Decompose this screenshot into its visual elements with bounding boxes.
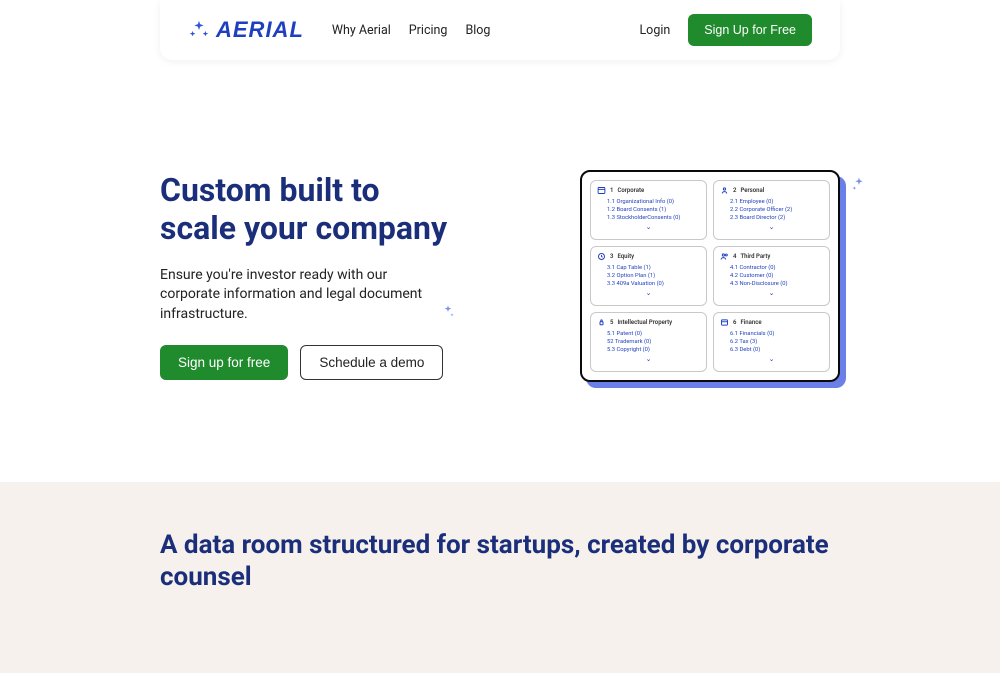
cell-item: 4.3 Non-Disclosure (0) bbox=[730, 281, 823, 287]
hero-section: Custom built to scale your company Ensur… bbox=[160, 60, 840, 442]
cell-item: 4.2 Customer (0) bbox=[730, 273, 823, 279]
cell-item: 3.1 Cap Table (1) bbox=[607, 265, 700, 271]
folder-icon bbox=[597, 252, 606, 261]
cell-item: 1.3 StockholderConsents (0) bbox=[607, 215, 700, 221]
cell-item: 6.3 Debt (0) bbox=[730, 347, 823, 353]
hero-title: Custom built to scale your company bbox=[160, 172, 450, 248]
navbar: AERIAL Why Aerial Pricing Blog Login Sig… bbox=[160, 0, 840, 60]
cell-number: 6 bbox=[733, 319, 736, 326]
cell-item: 3.2 Option Plan (1) bbox=[607, 273, 700, 279]
chevron-down-icon: ⌄ bbox=[720, 223, 823, 231]
section-title: A data room structured for startups, cre… bbox=[160, 530, 840, 593]
cell-title: Personal bbox=[740, 187, 764, 194]
dataroom-cell: 6 Finance 6.1 Financials (0) 6.2 Tax (3) 6.3… bbox=[713, 312, 830, 372]
login-link[interactable]: Login bbox=[639, 23, 670, 38]
cell-title: Corporate bbox=[617, 187, 644, 194]
chevron-down-icon: ⌄ bbox=[597, 355, 700, 363]
cell-number: 2 bbox=[733, 187, 736, 194]
cell-item: 2.2 Corporate Officer (2) bbox=[730, 207, 823, 213]
nav-link-blog[interactable]: Blog bbox=[465, 23, 490, 38]
cell-title: Intellectual Property bbox=[617, 319, 672, 326]
cell-title: Equity bbox=[617, 253, 634, 260]
cell-item: 5.3 Copyright (0) bbox=[607, 347, 700, 353]
folder-icon bbox=[720, 318, 729, 327]
chevron-down-icon: ⌄ bbox=[720, 355, 823, 363]
cell-title: Third Party bbox=[740, 253, 770, 260]
sparkle-icon bbox=[188, 19, 210, 41]
signup-button-hero[interactable]: Sign up for free bbox=[160, 345, 288, 380]
cell-item: 6.1 Financials (0) bbox=[730, 331, 823, 337]
cell-item: 1.2 Board Consents (1) bbox=[607, 207, 700, 213]
sparkle-icon bbox=[440, 304, 456, 324]
cell-item: 1.1 Organizational Info (0) bbox=[607, 199, 700, 205]
cell-number: 4 bbox=[733, 253, 736, 260]
nav-link-pricing[interactable]: Pricing bbox=[409, 23, 448, 38]
nav-link-why[interactable]: Why Aerial bbox=[332, 23, 391, 38]
cell-number: 3 bbox=[610, 253, 613, 260]
folder-icon bbox=[720, 186, 729, 195]
dataroom-cell: 3 Equity 3.1 Cap Table (1) 3.2 Option Plan … bbox=[590, 246, 707, 306]
cell-item: 3.3 409a Valuation (0) bbox=[607, 281, 700, 287]
cell-title: Finance bbox=[740, 319, 761, 326]
nav-links: Why Aerial Pricing Blog bbox=[332, 23, 491, 38]
cell-item: 2.1 Employee (0) bbox=[730, 199, 823, 205]
section-dataroom-intro: A data room structured for startups, cre… bbox=[0, 482, 1000, 673]
folder-icon bbox=[720, 252, 729, 261]
chevron-down-icon: ⌄ bbox=[597, 289, 700, 297]
signup-button-header[interactable]: Sign Up for Free bbox=[688, 14, 812, 46]
cell-item: 6.2 Tax (3) bbox=[730, 339, 823, 345]
chevron-down-icon: ⌄ bbox=[597, 223, 700, 231]
cell-number: 1 bbox=[610, 187, 613, 194]
chevron-down-icon: ⌄ bbox=[720, 289, 823, 297]
dataroom-cell: 1 Corporate 1.1 Organizational Info (0) 1.2… bbox=[590, 180, 707, 240]
schedule-demo-button[interactable]: Schedule a demo bbox=[300, 345, 443, 380]
brand-logo[interactable]: AERIAL bbox=[188, 17, 304, 43]
cell-item: 2.3 Board Director (2) bbox=[730, 215, 823, 221]
hero-subtitle: Ensure you're investor ready with our co… bbox=[160, 266, 450, 325]
sparkle-icon bbox=[850, 176, 868, 198]
brand-name: AERIAL bbox=[216, 17, 304, 43]
cell-item: 5.1 Patent (0) bbox=[607, 331, 700, 337]
folder-icon bbox=[597, 318, 606, 327]
dataroom-cell: 4 Third Party 4.1 Contractor (0) 4.2 Custom… bbox=[713, 246, 830, 306]
dataroom-cell: 2 Personal 2.1 Employee (0) 2.2 Corporate O… bbox=[713, 180, 830, 240]
dataroom-preview: 1 Corporate 1.1 Organizational Info (0) 1.2… bbox=[580, 170, 840, 382]
cell-item: 4.1 Contractor (0) bbox=[730, 265, 823, 271]
folder-icon bbox=[597, 186, 606, 195]
cell-item: 52 Trademark (0) bbox=[607, 339, 700, 345]
dataroom-cell: 5 Intellectual Property 5.1 Patent (0) 52 T… bbox=[590, 312, 707, 372]
cell-number: 5 bbox=[610, 319, 613, 326]
